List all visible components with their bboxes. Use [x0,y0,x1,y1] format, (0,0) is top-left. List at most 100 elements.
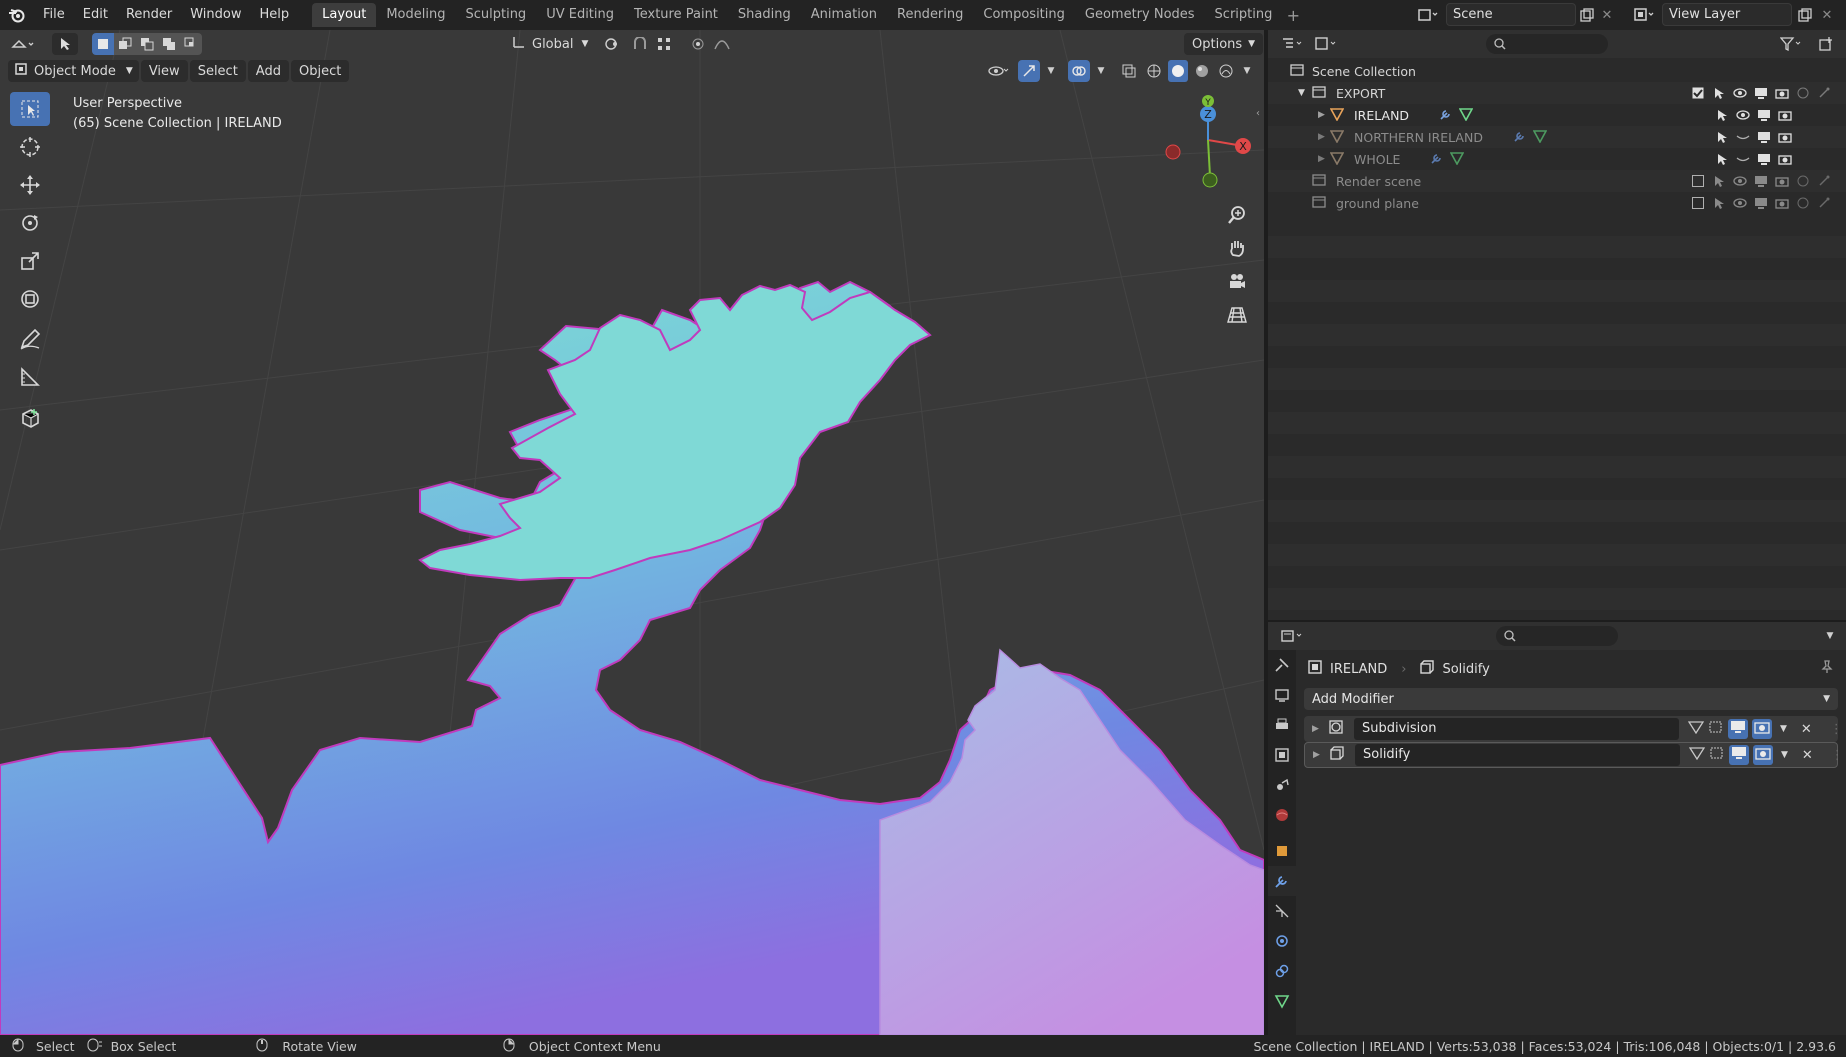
display-mode-icon[interactable] [1310,33,1344,55]
collapse-sidebar-icon[interactable]: ‹ [1252,104,1264,122]
render-camera-icon[interactable] [1773,85,1790,102]
modifier-panel-solidify[interactable]: ▶ Solidify ▼ ✕ ⋮⋮ [1304,742,1846,768]
camera-view-button[interactable] [1222,266,1252,296]
realtime-monitor-icon[interactable] [1728,719,1748,739]
outliner-row-ireland[interactable]: ▶ IRELAND [1268,104,1846,126]
indirect-only-icon[interactable] [1815,85,1832,102]
properties-search-field[interactable] [1496,626,1618,646]
eye-closed-icon[interactable] [1734,129,1751,146]
render-camera-icon[interactable] [1776,129,1793,146]
measure-tool[interactable] [10,360,50,394]
outliner-search-field[interactable] [1486,34,1608,54]
exclude-checkbox-icon[interactable] [1689,173,1706,190]
snap-icon[interactable] [628,33,652,55]
on-cage-toggle-icon[interactable] [1708,720,1724,738]
selectable-arrow-icon[interactable] [1710,173,1727,190]
tab-uv-editing[interactable]: UV Editing [536,3,624,27]
scene-tab[interactable] [1268,770,1296,800]
zoom-button[interactable] [1222,200,1252,230]
outliner-row-ground-plane[interactable]: ground plane [1268,192,1846,214]
scene-selector-icon[interactable] [1414,4,1442,26]
constraints-tab[interactable] [1268,956,1296,986]
pan-button[interactable] [1222,233,1252,263]
tab-layout[interactable]: Layout [312,3,377,27]
select-box-tool[interactable] [10,92,50,126]
selectable-arrow-icon[interactable] [1710,195,1727,212]
view-layer-tab[interactable] [1268,740,1296,770]
gizmo-toggle-icon[interactable] [1018,60,1040,82]
render-camera-icon[interactable] [1773,195,1790,212]
3d-viewport[interactable]: Global ▼ Options ▼ Object Mode ▼ View Se… [0,30,1264,1035]
eye-icon[interactable] [1731,85,1748,102]
annotate-tool[interactable] [10,322,50,356]
mesh-data-icon[interactable] [1458,107,1474,124]
ortho-toggle-button[interactable] [1222,300,1252,330]
selectable-arrow-icon[interactable] [1713,151,1730,168]
mesh-data-icon[interactable] [1450,151,1465,168]
tab-animation[interactable]: Animation [801,3,887,27]
on-cage-toggle-icon[interactable] [1709,746,1725,764]
menu-select[interactable]: Select [189,60,246,82]
material-preview-icon[interactable] [1192,60,1212,82]
selectable-arrow-icon[interactable] [1710,85,1727,102]
move-tool[interactable] [10,168,50,202]
add-modifier-dropdown[interactable]: Add Modifier ▼ [1304,688,1838,710]
expand-arrow-icon[interactable]: ▼ [1298,88,1312,98]
world-tab[interactable] [1268,800,1296,830]
drag-handle-icon[interactable]: ⋮⋮ [1831,748,1846,763]
eye-icon[interactable] [1731,173,1748,190]
cursor-tool[interactable] [10,130,50,164]
render-camera-icon[interactable] [1776,151,1793,168]
add-workspace-button[interactable]: + [1282,6,1304,25]
tab-sculpting[interactable]: Sculpting [455,3,536,27]
filter-icon[interactable] [1776,33,1806,55]
viewport-monitor-icon[interactable] [1752,85,1769,102]
select-difference-icon[interactable] [158,33,180,55]
blender-logo-icon[interactable] [0,0,34,30]
object-mode-dropdown[interactable]: Object Mode ▼ [8,60,139,82]
expand-arrow-icon[interactable]: ▶ [1318,110,1330,120]
menu-add[interactable]: Add [247,60,289,82]
select-new-icon[interactable] [92,33,114,55]
options-dropdown[interactable]: Options ▼ [1184,33,1264,55]
delete-view-layer-icon[interactable]: ✕ [1818,6,1836,24]
render-camera-icon[interactable] [1753,745,1773,765]
chevron-down-icon[interactable]: ▼ [1044,60,1058,82]
selectable-arrow-icon[interactable] [1713,107,1730,124]
menu-window[interactable]: Window [181,0,250,30]
navigation-gizmo[interactable]: X Z Y [1152,94,1262,204]
rendered-shading-icon[interactable] [1216,60,1236,82]
outliner-row-render-scene[interactable]: Render scene [1268,170,1846,192]
new-collection-icon[interactable] [1816,34,1836,54]
tab-geometry-nodes[interactable]: Geometry Nodes [1075,3,1205,27]
transform-orientation-dropdown[interactable]: Global ▼ [504,33,596,55]
wireframe-shading-icon[interactable] [1144,60,1164,82]
modifier-wrench-icon[interactable] [1439,107,1453,124]
outliner-row-whole[interactable]: ▶ WHOLE [1268,148,1846,170]
particles-tab[interactable] [1268,896,1296,926]
menu-help[interactable]: Help [251,0,299,30]
render-camera-icon[interactable] [1776,107,1793,124]
holdout-icon[interactable] [1794,173,1811,190]
expand-arrow-icon[interactable]: ▶ [1312,724,1319,734]
holdout-icon[interactable] [1794,195,1811,212]
modifiers-tab[interactable] [1268,866,1296,896]
select-subtract-icon[interactable] [136,33,158,55]
menu-object[interactable]: Object [290,60,350,82]
render-camera-icon[interactable] [1752,719,1772,739]
properties-editor-type-icon[interactable] [1276,625,1310,647]
tab-rendering[interactable]: Rendering [887,3,973,27]
viewport-monitor-icon[interactable] [1755,151,1772,168]
chevron-down-icon[interactable]: ▼ [1094,60,1108,82]
eye-closed-icon[interactable] [1734,151,1751,168]
outliner-row-export[interactable]: ▼ EXPORT [1268,82,1846,104]
exclude-checkbox-icon[interactable] [1689,85,1706,102]
eye-icon[interactable] [1734,107,1751,124]
indirect-only-icon[interactable] [1815,195,1832,212]
editor-type-icon[interactable] [6,33,42,55]
xray-toggle-icon[interactable] [1118,60,1140,82]
overlays-toggle-icon[interactable] [1068,60,1090,82]
exclude-checkbox-icon[interactable] [1689,195,1706,212]
falloff-icon[interactable] [710,33,734,55]
selectable-arrow-icon[interactable] [1713,129,1730,146]
